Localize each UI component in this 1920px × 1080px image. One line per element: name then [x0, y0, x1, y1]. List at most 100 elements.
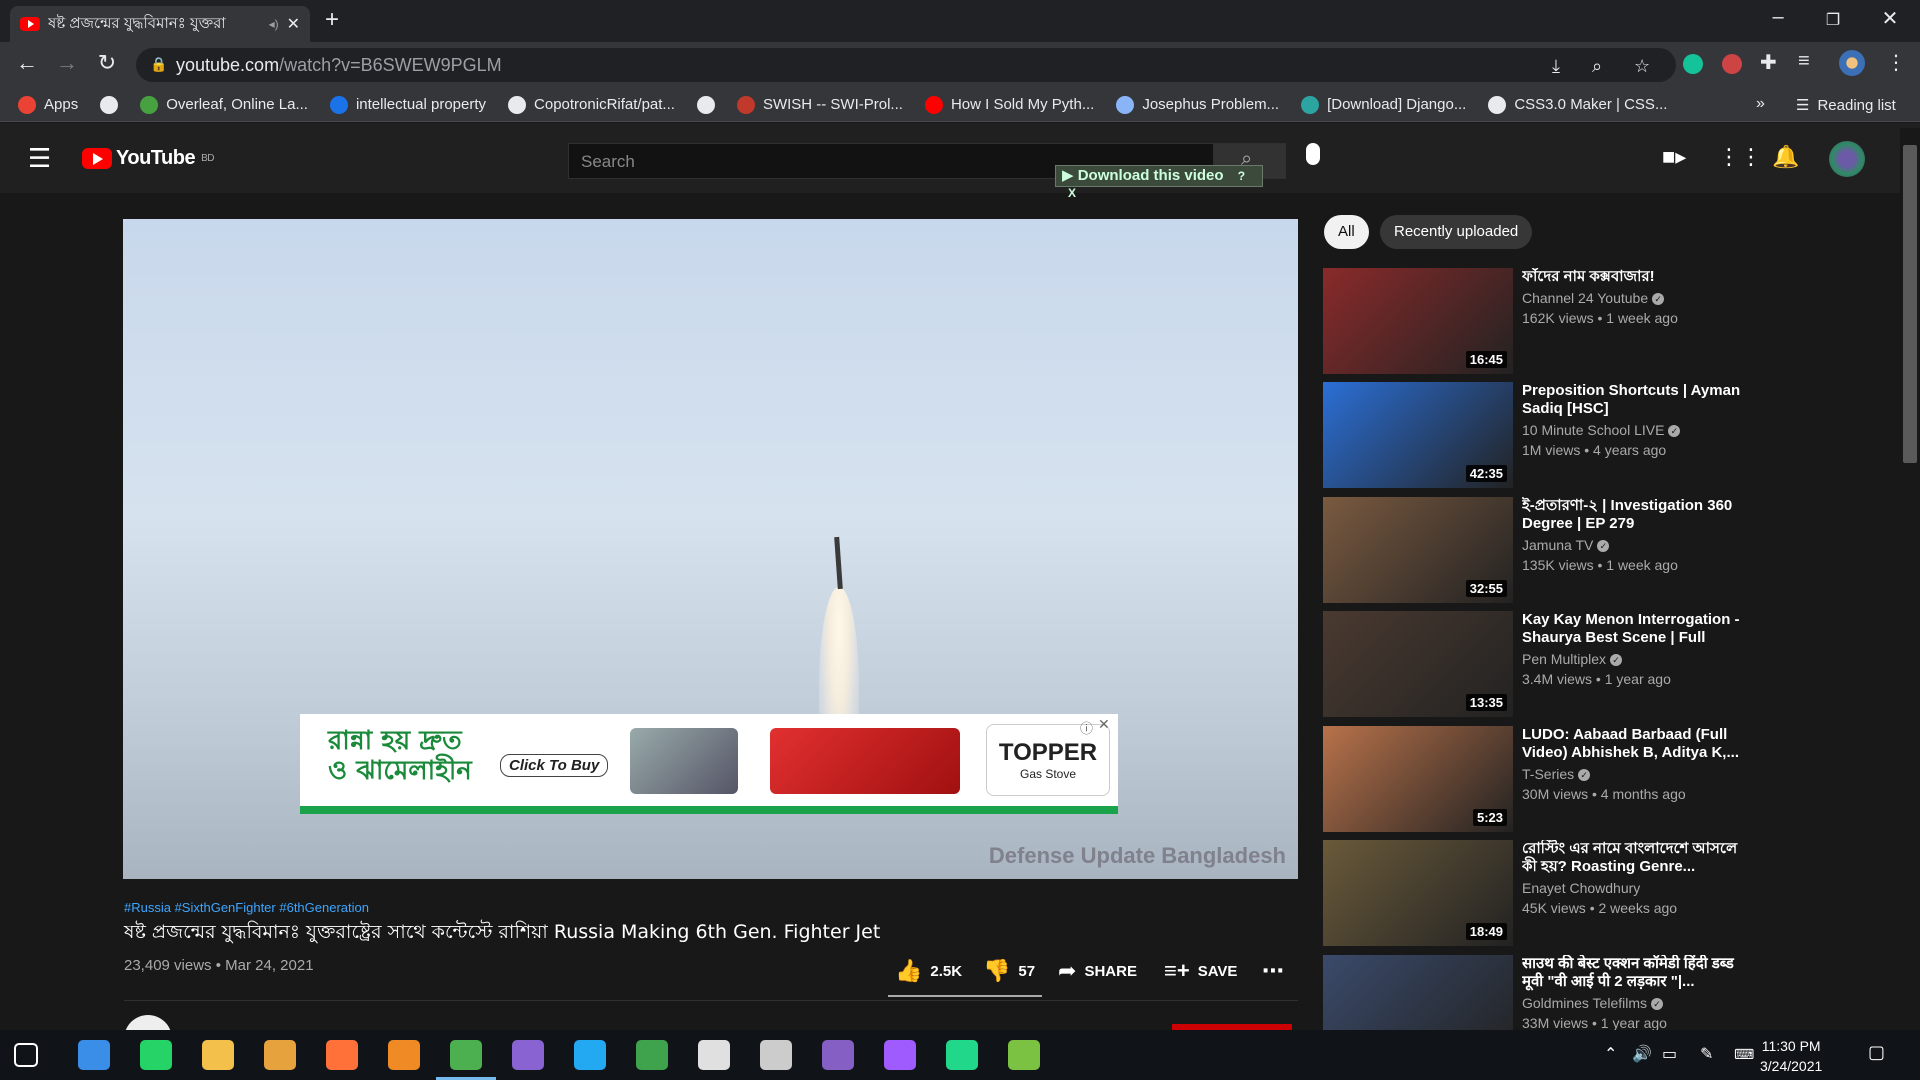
earth-app-icon[interactable] — [636, 1040, 668, 1070]
file-explorer-icon[interactable] — [202, 1040, 234, 1070]
recommendation-title[interactable]: ই-প্রতারণা-২ | Investigation 360 Degree … — [1522, 497, 1752, 533]
volume-icon[interactable]: 🔊 — [1632, 1044, 1652, 1064]
photo-app-icon[interactable] — [388, 1040, 420, 1070]
more-bookmarks-button[interactable]: » — [1756, 95, 1765, 113]
firefox-icon[interactable] — [326, 1040, 358, 1070]
recommendation-title[interactable]: साउथ की बेस्ट एक्शन कॉमेडी हिंदी डब्ड मू… — [1522, 955, 1752, 991]
hamburger-menu-icon[interactable]: ☰ — [28, 143, 51, 174]
notepad-app-icon[interactable] — [1008, 1040, 1040, 1070]
video-thumbnail[interactable]: 42:35 — [1323, 382, 1513, 488]
extension-icon[interactable] — [1722, 54, 1742, 74]
video-thumbnail[interactable]: 32:55 — [1323, 497, 1513, 603]
new-tab-button[interactable]: + — [325, 6, 339, 34]
bookmark-star-icon[interactable]: ☆ — [1634, 56, 1650, 77]
tray-chevron-icon[interactable]: ⌃ — [1604, 1044, 1617, 1064]
forward-icon[interactable]: → — [52, 50, 82, 76]
bookmark-item[interactable]: intellectual property — [329, 95, 486, 114]
download-video-bar[interactable]: ▶ Download this video ? X — [1055, 165, 1263, 200]
download-close-icon[interactable]: X — [1068, 186, 1076, 200]
bookmark-item[interactable]: Josephus Problem... — [1116, 95, 1279, 114]
video-player[interactable]: রান্না হয় দ্রুত ও ঝামেলাহীন Click To Bu… — [123, 219, 1298, 879]
reload-icon[interactable]: ↻ — [92, 50, 122, 76]
pen-icon[interactable]: ✎ — [1700, 1044, 1713, 1064]
back-icon[interactable]: ← — [12, 50, 42, 76]
media-control-icon[interactable]: ≡ — [1798, 50, 1810, 73]
notification-center-icon[interactable]: ▢ — [1868, 1042, 1885, 1063]
notifications-bell-icon[interactable]: 🔔 — [1772, 144, 1799, 170]
visual-studio-icon[interactable] — [822, 1040, 854, 1070]
video-thumbnail[interactable]: 18:49 — [1323, 840, 1513, 946]
keyboard-icon[interactable]: ⌨ — [1734, 1046, 1754, 1063]
account-avatar[interactable] — [1829, 141, 1865, 177]
reading-list-button[interactable]: ☰ Reading list — [1796, 96, 1896, 115]
video-hashtags[interactable]: #Russia #SixthGenFighter #6thGeneration — [124, 900, 369, 915]
apps-grid-icon[interactable]: ⋮⋮ — [1718, 144, 1762, 170]
bookmark-item[interactable]: Overleaf, Online La... — [140, 95, 308, 114]
bookmark-item[interactable]: How I Sold My Pyth... — [924, 95, 1094, 114]
chrome-icon[interactable] — [450, 1040, 482, 1070]
recommendation-channel[interactable]: Pen Multiplex ✓ — [1522, 651, 1623, 667]
vscode-icon[interactable] — [574, 1040, 606, 1070]
taskbar-clock[interactable]: 11:30 PM 3/24/2021 — [1760, 1036, 1822, 1076]
zoom-icon[interactable]: ⌕ — [1592, 56, 1602, 77]
bookmark-item[interactable] — [100, 95, 119, 114]
install-app-icon[interactable]: ⤓ — [1552, 56, 1560, 77]
bookmark-item[interactable]: Apps — [18, 95, 78, 114]
recommendation-channel[interactable]: Channel 24 Youtube ✓ — [1522, 290, 1665, 306]
recommendation-title[interactable]: LUDO: Aabaad Barbaad (Full Video) Abhish… — [1522, 726, 1752, 762]
like-button[interactable]: 👍 2.5K — [895, 958, 962, 984]
download-help-icon[interactable]: ? — [1238, 169, 1245, 183]
paint-app-icon[interactable] — [698, 1040, 730, 1070]
recommendation-title[interactable]: রোস্টিং এর নামে বাংলাদেশে আসলে কী হয়? R… — [1522, 840, 1752, 876]
profile-avatar[interactable] — [1839, 50, 1865, 76]
voice-search-icon[interactable] — [1306, 143, 1320, 165]
more-actions-icon[interactable]: ⋯ — [1262, 958, 1284, 984]
github-desktop-icon[interactable] — [512, 1040, 544, 1070]
bookmark-item[interactable]: CSS3.0 Maker | CSS... — [1488, 95, 1667, 114]
save-button[interactable]: ≡+ SAVE — [1164, 958, 1237, 984]
ad-close-icon[interactable]: ✕ — [1098, 716, 1110, 733]
inkscape-icon[interactable] — [760, 1040, 792, 1070]
recommendation-channel[interactable]: Jamuna TV ✓ — [1522, 537, 1610, 553]
bookmark-item[interactable]: SWISH -- SWI-Prol... — [736, 95, 903, 114]
recommendation-channel[interactable]: T-Series ✓ — [1522, 766, 1591, 782]
recommendation-channel[interactable]: Enayet Chowdhury — [1522, 880, 1640, 896]
video-thumbnail[interactable]: 5:23 — [1323, 726, 1513, 832]
shield-app-icon[interactable] — [264, 1040, 296, 1070]
chip-recently-uploaded[interactable]: Recently uploaded — [1380, 215, 1533, 249]
restore-icon[interactable]: ❐ — [1813, 10, 1853, 30]
ad-cta-button[interactable]: Click To Buy — [500, 754, 609, 777]
video-thumbnail[interactable]: 13:35 — [1323, 611, 1513, 717]
recommendation-item[interactable]: 16:45 ফাঁদের নাম কক্সবাজার! Channel 24 You… — [1323, 268, 1753, 376]
address-bar[interactable]: 🔒 youtube.com /watch?v=B6SWEW9PGLM ⤓ ⌕ ☆ — [136, 48, 1676, 82]
recommendation-channel[interactable]: Goldmines Telefilms ✓ — [1522, 995, 1664, 1011]
create-video-icon[interactable]: ■▸ — [1662, 144, 1686, 170]
recommendation-title[interactable]: Preposition Shortcuts | Ayman Sadiq [HSC… — [1522, 382, 1752, 418]
browser-tab[interactable]: ষষ্ট প্রজন্মের যুদ্ধবিমানঃ যুক্তরা ◂) ✕ — [10, 6, 310, 42]
browser-menu-icon[interactable]: ⋮ — [1886, 50, 1906, 75]
grammarly-extension-icon[interactable] — [1683, 54, 1703, 74]
share-button[interactable]: ➦ SHARE — [1058, 958, 1137, 984]
bookmark-item[interactable] — [696, 95, 715, 114]
chip-all[interactable]: All — [1324, 215, 1369, 249]
lock-icon[interactable]: 🔒 — [150, 56, 167, 73]
ad-info-icon[interactable]: ⓘ — [1080, 718, 1093, 737]
recommendation-title[interactable]: Kay Kay Menon Interrogation - Shaurya Be… — [1522, 611, 1752, 647]
window-close-icon[interactable]: ✕ — [1870, 6, 1910, 31]
minimize-icon[interactable]: – — [1758, 6, 1798, 29]
overlay-ad[interactable]: রান্না হয় দ্রুত ও ঝামেলাহীন Click To Bu… — [300, 714, 1118, 814]
windows-start-icon[interactable] — [14, 1043, 38, 1067]
recommendation-item[interactable]: 42:35 Preposition Shortcuts | Ayman Sadiq… — [1323, 382, 1753, 490]
youtube-logo[interactable]: YouTube BD — [82, 147, 214, 170]
video-thumbnail[interactable]: 16:45 — [1323, 268, 1513, 374]
recommendation-title[interactable]: ফাঁদের নাম কক্সবাজার! — [1522, 268, 1752, 286]
recommendation-item[interactable]: 18:49 রোস্টিং এর নামে বাংলাদেশে আসলে কী হ… — [1323, 840, 1753, 948]
recommendation-channel[interactable]: 10 Minute School LIVE ✓ — [1522, 422, 1681, 438]
scrollbar-thumb[interactable] — [1903, 145, 1917, 463]
extensions-puzzle-icon[interactable]: ✚ — [1760, 50, 1777, 75]
network-icon[interactable]: ▭ — [1662, 1044, 1677, 1064]
recommendation-item[interactable]: 5:23 LUDO: Aabaad Barbaad (Full Video) Ab… — [1323, 726, 1753, 834]
whatsapp-icon[interactable] — [140, 1040, 172, 1070]
refresh-app-icon[interactable] — [78, 1040, 110, 1070]
messenger-icon[interactable] — [884, 1040, 916, 1070]
